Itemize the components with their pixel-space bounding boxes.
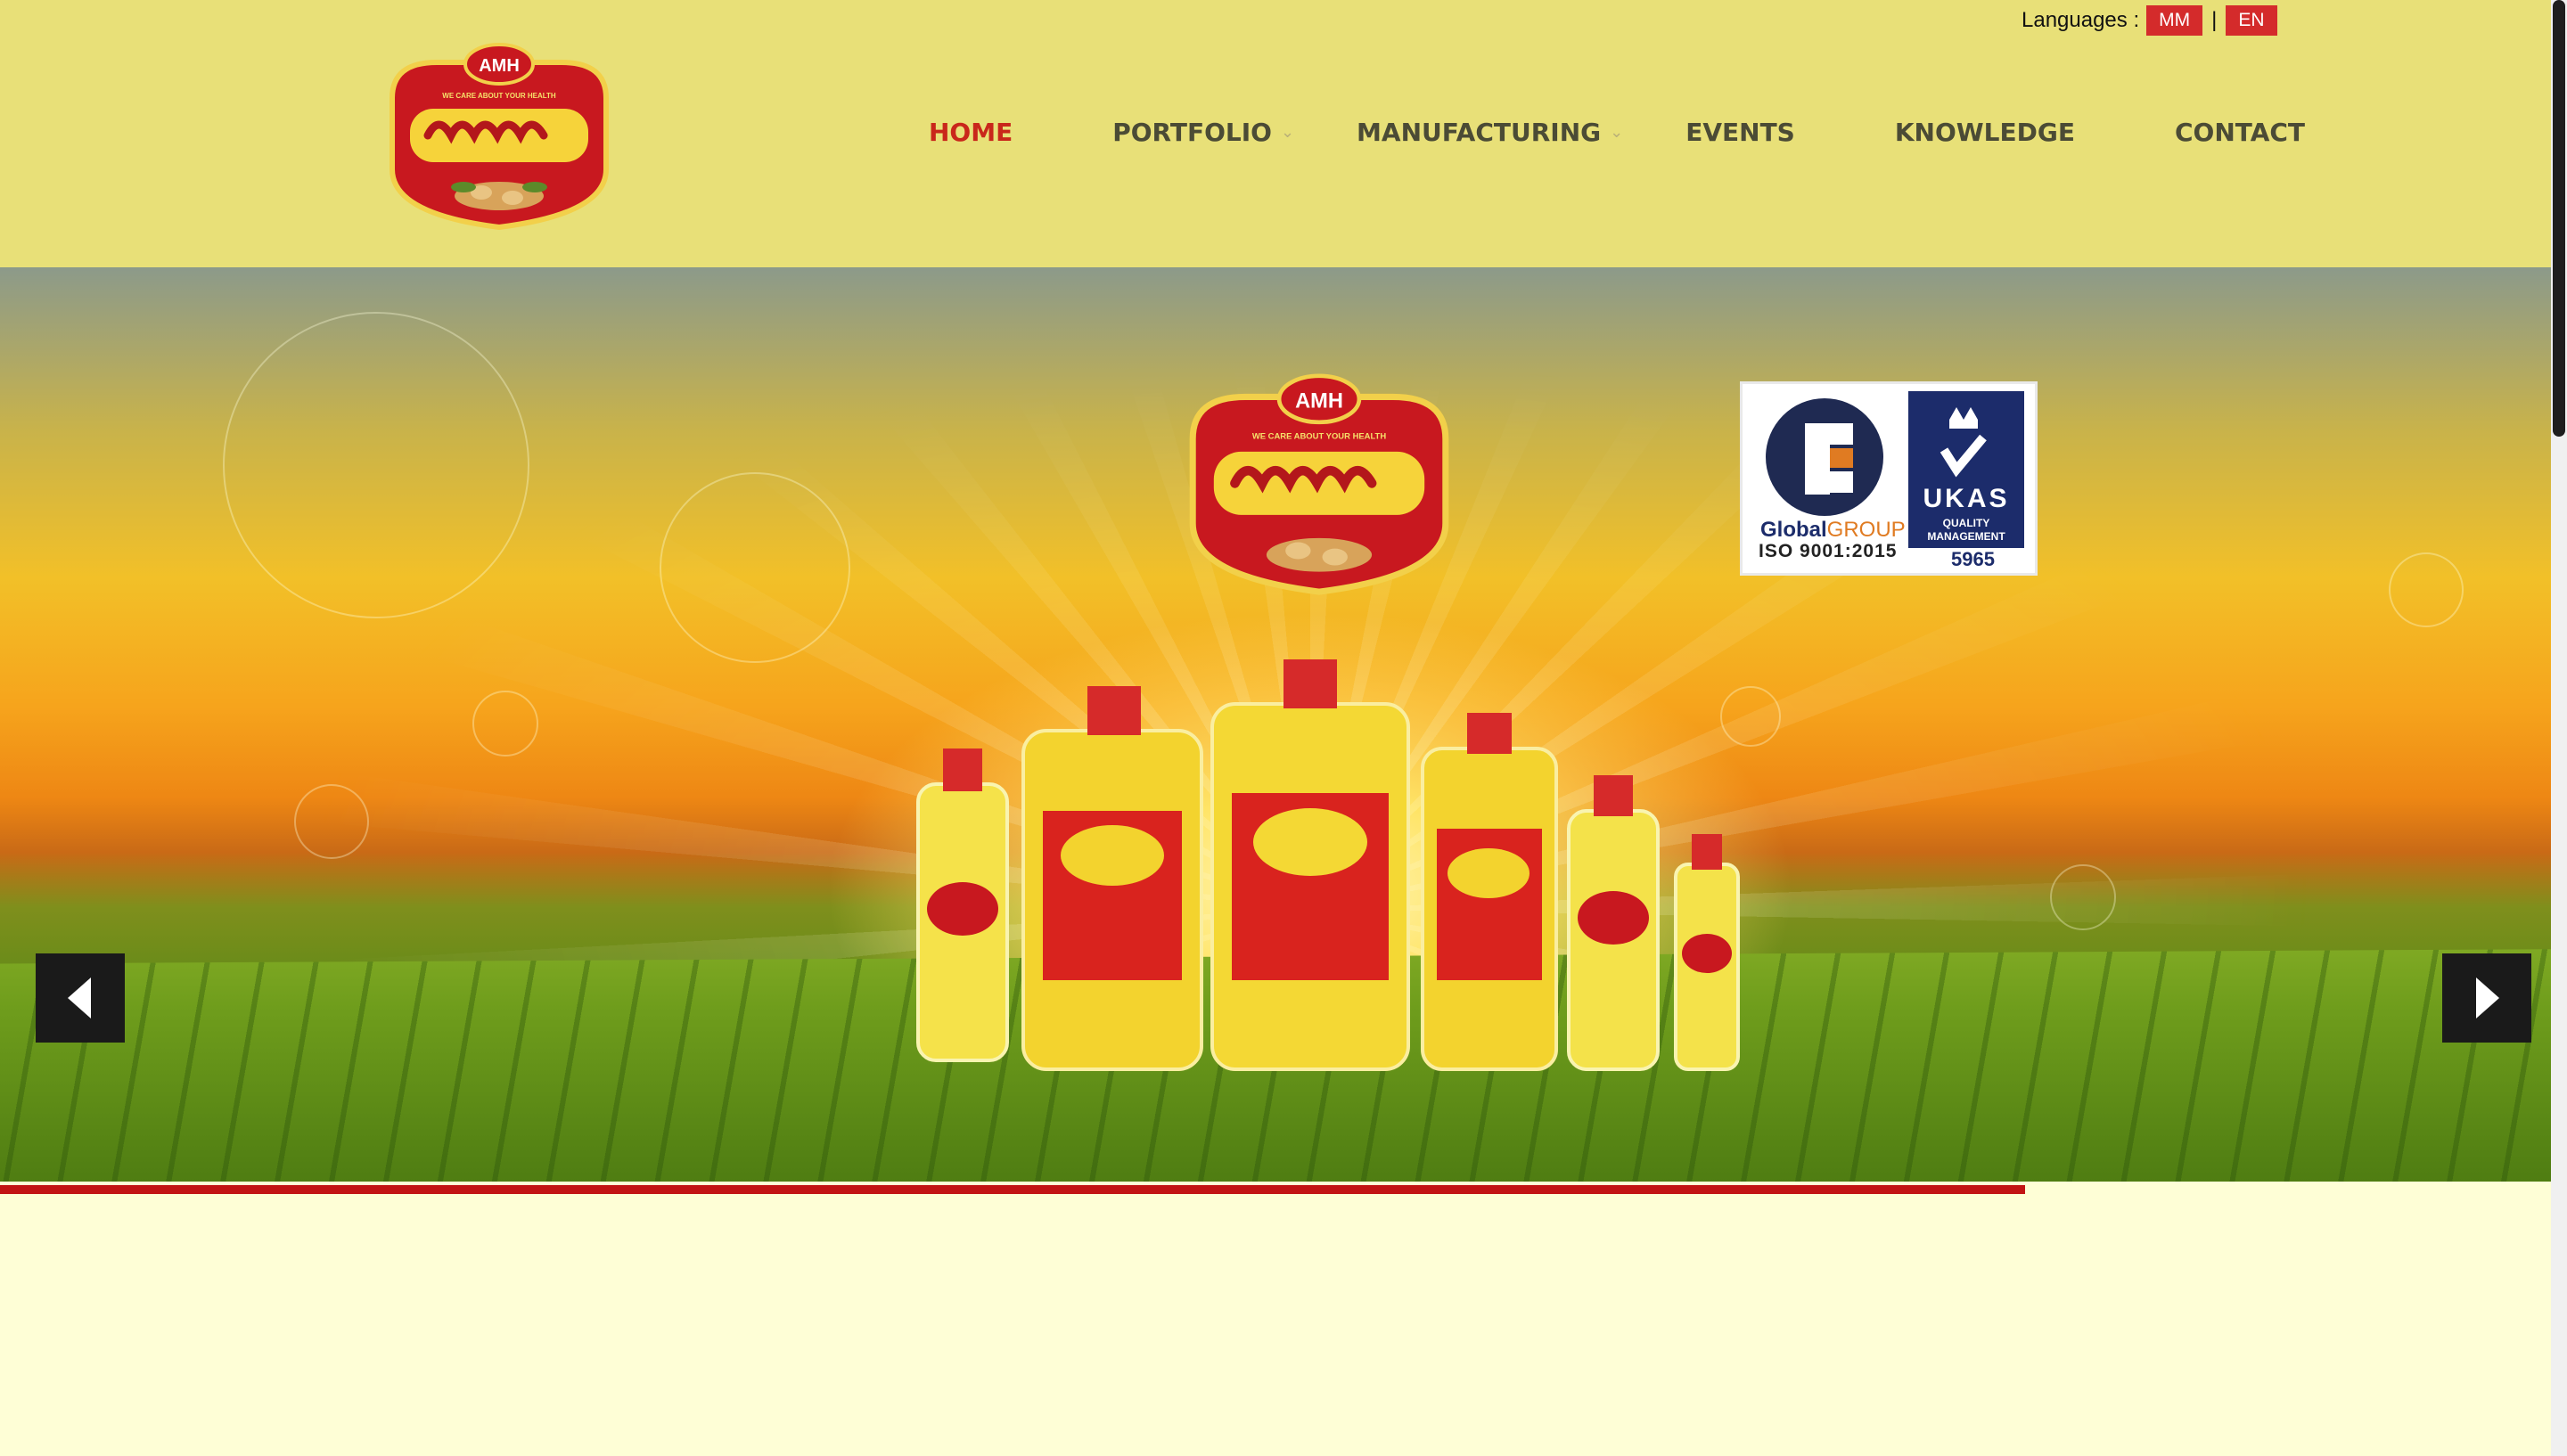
ukas-sub2: MANAGEMENT — [1927, 530, 2005, 543]
iso-certificate-badge: UKAS QUALITY MANAGEMENT GlobalGROUP ISO … — [1740, 381, 2038, 576]
slide-logo-amh-text: AMH — [1295, 389, 1343, 413]
arrow-right-icon — [2476, 977, 2499, 1018]
page-scrollbar-thumb[interactable] — [2553, 0, 2565, 437]
language-label: Languages : — [2022, 8, 2140, 32]
bottle-smallest-right — [1674, 834, 1740, 1071]
nav-portfolio[interactable]: PORTFOLIO ⌄ — [1112, 118, 1294, 147]
nav-contact[interactable]: CONTACT — [2175, 118, 2305, 147]
global-part-b: GROUP — [1826, 518, 1906, 542]
site-logo[interactable]: AMH WE CARE ABOUT YOUR HEALTH — [365, 36, 633, 232]
chevron-down-icon: ⌄ — [1280, 122, 1295, 142]
logo-amh-text: AMH — [479, 56, 520, 76]
nav-events[interactable]: EVENTS — [1685, 118, 1795, 147]
ukas-sub1: QUALITY — [1943, 517, 1990, 529]
bokeh-decoration — [2050, 864, 2116, 930]
bokeh-decoration — [223, 312, 529, 618]
language-en-button[interactable]: EN — [2226, 5, 2277, 36]
slide-brand-logo: AMH WE CARE ABOUT YOUR HEALTH — [1189, 373, 1449, 595]
arrow-left-icon — [68, 977, 91, 1018]
oil-bottles-image — [916, 659, 1740, 1071]
nav-knowledge[interactable]: KNOWLEDGE — [1895, 118, 2075, 147]
nav-events-label: EVENTS — [1685, 117, 1795, 147]
chevron-down-icon: ⌄ — [1610, 122, 1624, 142]
nav-contact-label: CONTACT — [2174, 117, 2306, 147]
iso-standard-label: ISO 9001:2015 — [1759, 541, 1898, 561]
main-nav: HOME PORTFOLIO ⌄ MANUFACTURING ⌄ EVENTS … — [929, 114, 2305, 150]
ukas-title: UKAS — [1923, 484, 2009, 513]
slide-logo-tagline-text: WE CARE ABOUT YOUR HEALTH — [1252, 432, 1386, 442]
language-switcher: Languages : MM | EN — [2022, 5, 2277, 36]
globalgroup-text: GlobalGROUP — [1760, 518, 1906, 543]
site-header: Languages : MM | EN AMH WE CARE ABOUT YO… — [0, 0, 2551, 267]
slider-next-button[interactable] — [2442, 953, 2531, 1043]
bottle-large-left — [1021, 686, 1203, 1071]
language-separator: | — [2211, 8, 2218, 32]
bottle-largest-center — [1210, 659, 1410, 1071]
language-mm-button[interactable]: MM — [2146, 5, 2203, 36]
bokeh-decoration — [472, 691, 538, 757]
bottle-medium-right — [1421, 713, 1558, 1071]
ukas-number: 5965 — [1951, 548, 1995, 570]
slider-progress-bar — [0, 1185, 2026, 1194]
nav-home-label: HOME — [929, 117, 1013, 147]
bokeh-decoration — [294, 784, 369, 859]
nav-knowledge-label: KNOWLEDGE — [1894, 117, 2075, 147]
logo-tagline-text: WE CARE ABOUT YOUR HEALTH — [442, 92, 556, 100]
nav-portfolio-label: PORTFOLIO — [1112, 117, 1272, 147]
nav-manufacturing[interactable]: MANUFACTURING ⌄ — [1357, 118, 1623, 147]
nav-home[interactable]: HOME — [929, 118, 1013, 147]
bokeh-decoration — [660, 472, 850, 663]
global-part-a: Global — [1760, 518, 1827, 542]
slider-prev-button[interactable] — [36, 953, 125, 1043]
bottle-small-right — [1567, 775, 1660, 1071]
bokeh-decoration — [2389, 552, 2464, 627]
hero-slider: AMH WE CARE ABOUT YOUR HEALTH UKAS QUALI… — [0, 267, 2551, 1182]
bottle-small-left — [916, 748, 1009, 1062]
nav-manufacturing-label: MANUFACTURING — [1357, 117, 1602, 147]
